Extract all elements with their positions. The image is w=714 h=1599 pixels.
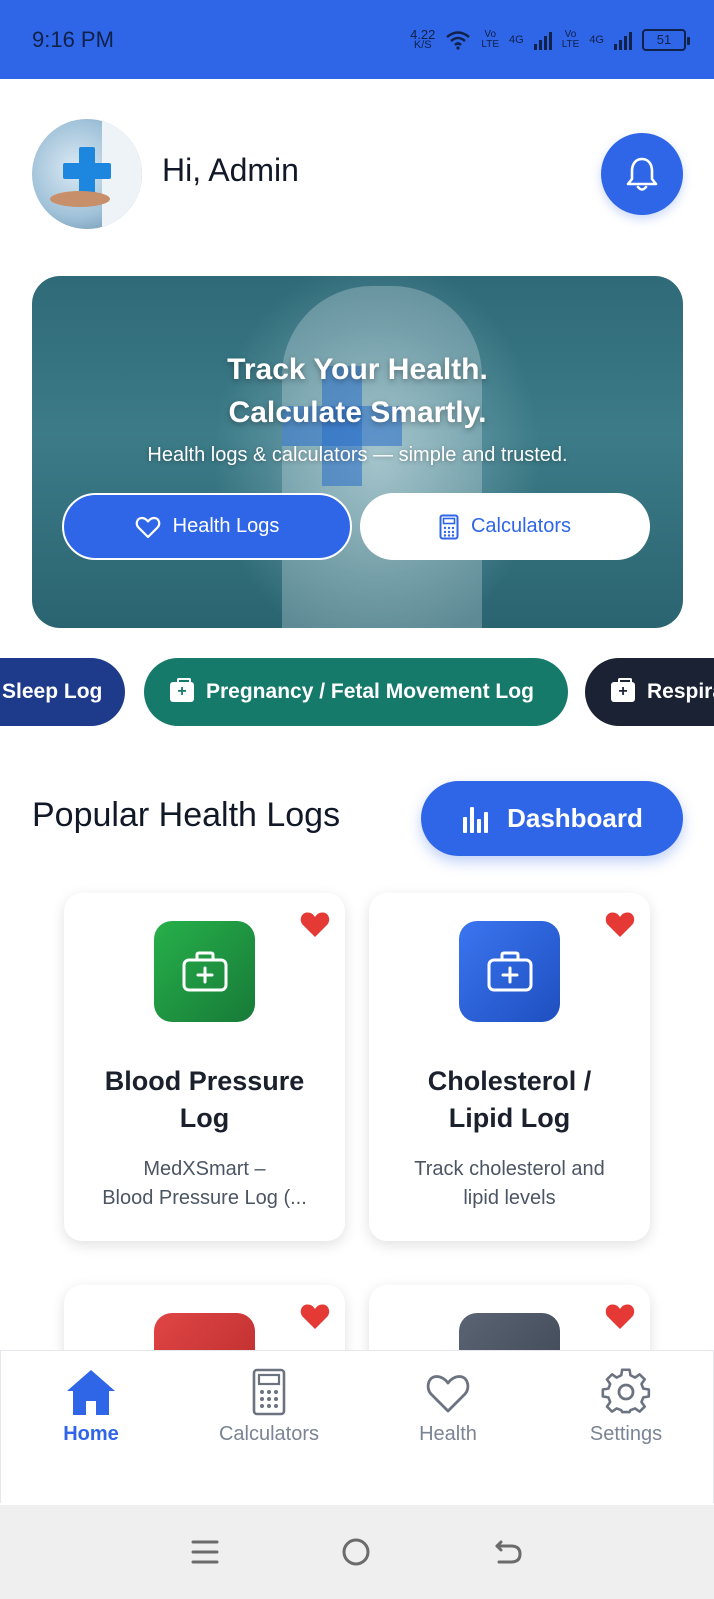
card-title-line2: Lipid Log	[448, 1103, 571, 1133]
sim1-volte-label: Vo LTE	[481, 28, 500, 50]
calculator-icon	[252, 1368, 286, 1416]
card-desc-line2: Blood Pressure Log (...	[102, 1187, 307, 1209]
nav-label: Health	[419, 1423, 477, 1445]
signal-icon	[533, 30, 552, 50]
net-speed: 4.22 K/S	[410, 26, 436, 51]
nav-home[interactable]: Home	[11, 1367, 171, 1446]
system-nav-bar	[0, 1505, 714, 1599]
nav-label: Calculators	[218, 1423, 320, 1445]
card-description: Track cholesterol and lipid levels	[389, 1155, 630, 1213]
card-title-line1: Blood Pressure	[104, 1066, 305, 1096]
sim1-lte: LTE	[481, 38, 500, 50]
dashboard-label: Dashboard	[507, 803, 643, 833]
battery-level: 51	[656, 32, 672, 47]
status-time: 9:16 PM	[32, 26, 114, 52]
chip-label: Respira	[647, 680, 714, 703]
hero-title-line2: Calculate Smartly.	[228, 396, 487, 429]
sim1-vo: Vo	[484, 28, 497, 40]
calculator-icon	[439, 514, 459, 539]
home-icon	[67, 1370, 115, 1415]
sim2-gen: 4G	[589, 33, 604, 46]
medical-kit-icon	[459, 921, 560, 1022]
sim2-volte-label: Vo LTE	[561, 28, 580, 50]
hero-banner: Track Your Health. Calculate Smartly. He…	[32, 276, 683, 628]
chip-sleep-log[interactable]: Sleep Log	[0, 658, 125, 726]
net-speed-value: 4.22	[410, 26, 436, 42]
nav-label: Home	[63, 1423, 119, 1445]
chip-label: Sleep Log	[2, 680, 103, 703]
back-icon[interactable]	[493, 1538, 523, 1566]
card-title-line2: Log	[179, 1103, 230, 1133]
favorite-heart-icon[interactable]	[299, 1301, 331, 1331]
log-card-cholesterol[interactable]: Cholesterol / Lipid Log Track cholestero…	[369, 893, 650, 1241]
gear-icon	[601, 1368, 651, 1414]
calculators-button[interactable]: Calculators	[360, 493, 650, 560]
chip-label: Pregnancy / Fetal Movement Log	[206, 680, 534, 703]
card-desc-line2: lipid levels	[463, 1187, 556, 1209]
card-desc-line1: Track cholesterol and	[414, 1158, 605, 1180]
health-logs-label: Health Logs	[172, 515, 280, 537]
section-title: Popular Health Logs	[32, 796, 341, 834]
card-desc-line1: MedXSmart –	[143, 1158, 266, 1180]
nav-calculators[interactable]: Calculators	[189, 1367, 349, 1446]
bar-chart-icon	[463, 806, 489, 833]
calculators-label: Calculators	[470, 515, 572, 537]
medical-kit-icon	[170, 678, 194, 702]
sim2-lte: LTE	[561, 38, 580, 50]
favorite-heart-icon[interactable]	[604, 1301, 636, 1331]
card-title: Blood Pressure Log	[74, 1063, 335, 1137]
battery-icon: 51	[642, 28, 690, 51]
health-logs-button[interactable]: Health Logs	[62, 493, 352, 560]
heart-icon	[426, 1375, 470, 1413]
medical-kit-icon	[611, 678, 635, 702]
sim2-vo: Vo	[564, 28, 577, 40]
bell-icon	[626, 157, 658, 191]
status-icons: 4.22 K/S Vo LTE 4G Vo LTE 4G 51	[410, 26, 690, 51]
chip-pregnancy-log[interactable]: Pregnancy / Fetal Movement Log	[144, 658, 568, 726]
favorite-heart-icon[interactable]	[299, 909, 331, 939]
avatar[interactable]	[32, 119, 142, 229]
greeting-text: Hi, Admin	[162, 152, 299, 188]
net-speed-unit: K/S	[413, 38, 432, 51]
nav-label: Settings	[589, 1423, 663, 1445]
hero-title: Track Your Health. Calculate Smartly.	[32, 348, 683, 434]
favorite-heart-icon[interactable]	[604, 909, 636, 939]
hero-title-line1: Track Your Health.	[227, 353, 488, 386]
notifications-button[interactable]	[601, 133, 683, 215]
card-description: MedXSmart – Blood Pressure Log (...	[84, 1155, 325, 1213]
card-title: Cholesterol / Lipid Log	[379, 1063, 640, 1137]
medical-kit-icon	[154, 921, 255, 1022]
app-screen: 9:16 PM 4.22 K/S Vo LTE 4G Vo LTE 4G 51 …	[0, 0, 714, 1599]
home-circle-icon[interactable]	[341, 1537, 371, 1567]
wifi-icon	[446, 30, 471, 50]
dashboard-button[interactable]: Dashboard	[421, 781, 683, 856]
hero-subtitle: Health logs & calculators — simple and t…	[147, 444, 568, 466]
card-title-line1: Cholesterol /	[427, 1066, 592, 1096]
log-card-blood-pressure[interactable]: Blood Pressure Log MedXSmart – Blood Pre…	[64, 893, 345, 1241]
heart-outline-icon	[135, 516, 160, 538]
status-bar: 9:16 PM 4.22 K/S Vo LTE 4G Vo LTE 4G 51	[0, 0, 714, 79]
bottom-nav: Home Calculators Health Settings	[0, 1350, 714, 1503]
chip-respiratory-log[interactable]: Respira	[585, 658, 714, 726]
nav-settings[interactable]: Settings	[546, 1367, 706, 1446]
nav-health[interactable]: Health	[368, 1367, 528, 1446]
menu-icon[interactable]	[191, 1539, 219, 1565]
sim1-gen: 4G	[509, 33, 524, 46]
signal-icon	[614, 30, 632, 50]
